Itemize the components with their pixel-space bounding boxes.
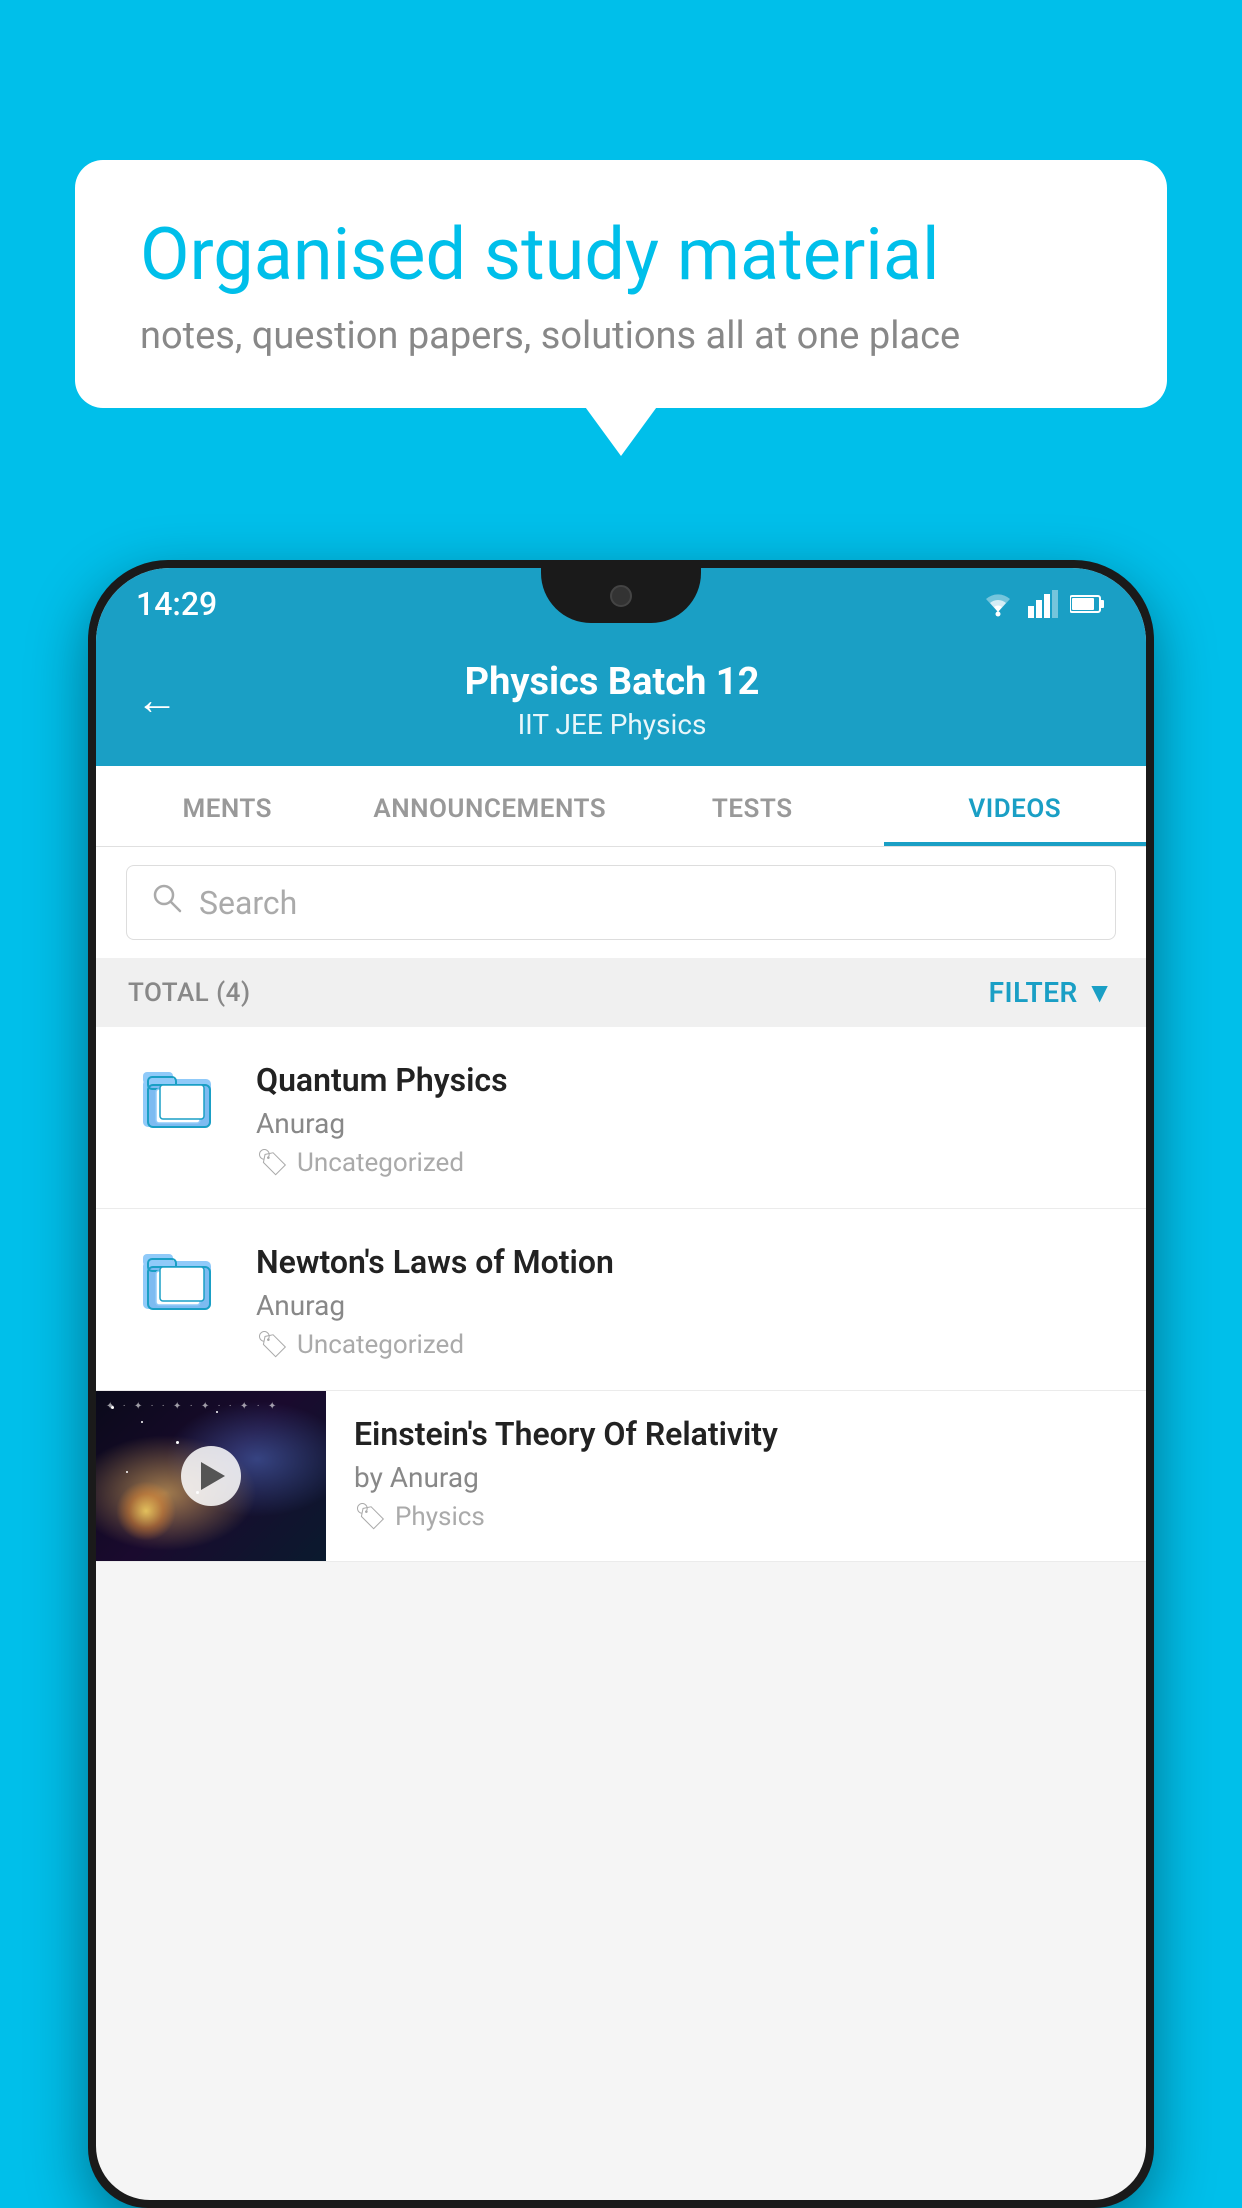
folder-thumb-2 <box>128 1239 228 1314</box>
filter-icon: ▼ <box>1086 976 1114 1009</box>
video-info-3: Einstein's Theory Of Relativity by Anura… <box>326 1391 1146 1556</box>
phone-frame: 14:29 <box>88 560 1154 2208</box>
video-info-2: Newton's Laws of Motion Anurag 🏷 Uncateg… <box>256 1239 1114 1360</box>
status-bar: 14:29 <box>96 568 1146 640</box>
filter-bar: TOTAL (4) FILTER ▼ <box>96 958 1146 1027</box>
folder-thumb-1 <box>128 1057 228 1132</box>
tag-icon-3: 🏷 <box>354 1502 387 1532</box>
header-subtitle: IIT JEE Physics <box>198 708 1026 741</box>
wifi-icon <box>980 590 1016 618</box>
video-author-1: Anurag <box>256 1107 1114 1140</box>
search-icon <box>151 882 183 923</box>
video-info-1: Quantum Physics Anurag 🏷 Uncategorized <box>256 1057 1114 1178</box>
back-button[interactable]: ← <box>136 676 178 725</box>
phone-inner: 14:29 <box>96 568 1146 2200</box>
video-tag-2: 🏷 Uncategorized <box>256 1330 1114 1360</box>
header-center: Physics Batch 12 IIT JEE Physics <box>198 660 1026 741</box>
tag-icon-2: 🏷 <box>256 1330 289 1360</box>
notch-camera <box>610 585 632 607</box>
folder-icon <box>138 1239 218 1314</box>
video-tag-1: 🏷 Uncategorized <box>256 1148 1114 1178</box>
tab-announcements[interactable]: ANNOUNCEMENTS <box>359 766 622 846</box>
app-header: ← Physics Batch 12 IIT JEE Physics <box>96 640 1146 766</box>
list-item[interactable]: Einstein's Theory Of Relativity by Anura… <box>96 1391 1146 1562</box>
battery-icon <box>1070 593 1106 615</box>
tab-ments[interactable]: MENTS <box>96 766 359 846</box>
total-count: TOTAL (4) <box>128 978 251 1008</box>
speech-bubble-subtitle: notes, question papers, solutions all at… <box>140 314 1102 358</box>
video-list: Quantum Physics Anurag 🏷 Uncategorized <box>96 1027 1146 1562</box>
video-thumbnail <box>96 1391 326 1561</box>
tabs-bar: MENTS ANNOUNCEMENTS TESTS VIDEOS <box>96 766 1146 847</box>
video-author-3: by Anurag <box>354 1461 1118 1494</box>
search-bar[interactable]: Search <box>126 865 1116 940</box>
search-placeholder: Search <box>199 884 297 922</box>
header-title: Physics Batch 12 <box>198 660 1026 704</box>
video-title-1: Quantum Physics <box>256 1061 1114 1099</box>
speech-bubble: Organised study material notes, question… <box>75 160 1167 408</box>
speech-bubble-title: Organised study material <box>140 215 1102 294</box>
video-author-2: Anurag <box>256 1289 1114 1322</box>
play-button[interactable] <box>181 1446 241 1506</box>
video-title-3: Einstein's Theory Of Relativity <box>354 1415 1118 1453</box>
folder-icon <box>138 1057 218 1132</box>
signal-icon <box>1028 590 1058 618</box>
video-tag-3: 🏷 Physics <box>354 1502 1118 1532</box>
search-container: Search <box>96 847 1146 958</box>
tag-icon-1: 🏷 <box>256 1148 289 1178</box>
play-triangle-icon <box>201 1462 225 1490</box>
notch <box>541 568 701 623</box>
status-bar-time: 14:29 <box>136 585 217 623</box>
list-item[interactable]: Newton's Laws of Motion Anurag 🏷 Uncateg… <box>96 1209 1146 1391</box>
video-title-2: Newton's Laws of Motion <box>256 1243 1114 1281</box>
list-item[interactable]: Quantum Physics Anurag 🏷 Uncategorized <box>96 1027 1146 1209</box>
filter-button[interactable]: FILTER ▼ <box>989 976 1114 1009</box>
tab-tests[interactable]: TESTS <box>621 766 884 846</box>
tab-videos[interactable]: VIDEOS <box>884 766 1147 846</box>
status-bar-icons <box>980 590 1106 618</box>
